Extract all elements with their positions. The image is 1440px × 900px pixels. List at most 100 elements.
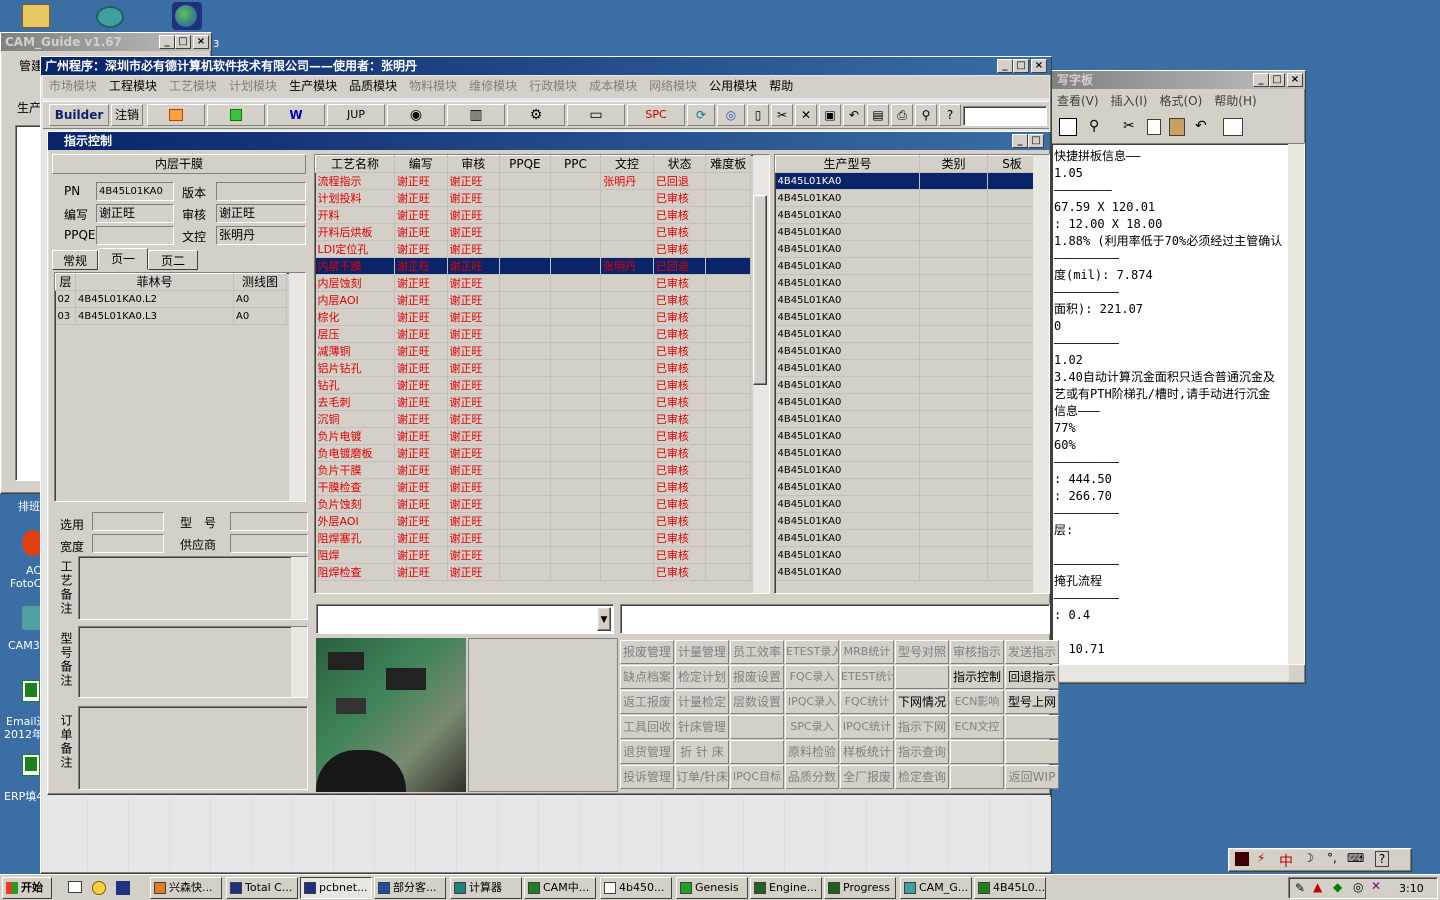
doc-control-field[interactable]: 张明丹: [216, 226, 306, 245]
jup-button[interactable]: JUP: [327, 104, 385, 126]
desktop-icon-globe[interactable]: [172, 2, 202, 30]
find-icon[interactable]: ⚲: [1089, 118, 1107, 136]
taskbar-button[interactable]: 计算器: [450, 877, 522, 899]
tab-general[interactable]: 常规: [52, 250, 98, 270]
close-button[interactable]: ×: [1287, 73, 1303, 87]
width-field[interactable]: [92, 534, 164, 553]
function-button[interactable]: 样板统计: [840, 740, 894, 764]
author-field[interactable]: 谢正旺: [96, 204, 174, 223]
punct-icon[interactable]: °,: [1327, 851, 1337, 865]
print-icon[interactable]: ⎙: [891, 104, 913, 126]
desktop-icon-excel[interactable]: [22, 754, 40, 776]
model-row[interactable]: 4B45L01KA0: [775, 342, 1037, 360]
scroll-thumb[interactable]: [753, 195, 767, 385]
process-row[interactable]: 去毛刺 谢正旺 谢正旺 已审核: [315, 393, 751, 411]
help-icon[interactable]: ?: [1375, 851, 1389, 867]
cam-guide-tree[interactable]: [15, 125, 41, 481]
minimize-button[interactable]: _: [1012, 134, 1028, 148]
function-button[interactable]: 指示控制: [950, 665, 1004, 689]
half-width-icon[interactable]: ☽: [1303, 851, 1314, 865]
supplier-field[interactable]: [230, 534, 308, 553]
function-button[interactable]: 退货管理: [620, 740, 674, 764]
function-button[interactable]: ECN文控: [950, 715, 1004, 739]
tab-page1[interactable]: 页一: [98, 248, 148, 270]
menu-item-12[interactable]: 帮助: [763, 76, 799, 96]
maximize-button[interactable]: □: [1013, 59, 1029, 73]
menu-item-9[interactable]: 成本模块: [583, 76, 643, 96]
wordpad-hscrollbar[interactable]: [1051, 665, 1289, 681]
database-tool-icon[interactable]: ▥: [447, 104, 505, 126]
function-button[interactable]: 发送指示: [1005, 640, 1059, 664]
process-row[interactable]: 计划投料 谢正旺 谢正旺 已审核: [315, 189, 751, 207]
model-row[interactable]: 4B45L01KA0: [775, 274, 1037, 292]
taskbar-button[interactable]: 4b450...: [600, 877, 672, 899]
child-titlebar[interactable]: 指示控制: [48, 132, 1050, 150]
model-row[interactable]: 4B45L01KA0: [775, 325, 1037, 343]
keyboard-icon[interactable]: ⌨: [1347, 851, 1364, 865]
function-button[interactable]: 缺点档案: [620, 665, 674, 689]
model-row[interactable]: 4B45L01KA0: [775, 240, 1037, 258]
cut-icon[interactable]: ✂: [771, 104, 793, 126]
cut-icon[interactable]: ✂: [1123, 118, 1135, 134]
process-row[interactable]: 阻焊 谢正旺 谢正旺 已审核: [315, 546, 751, 564]
toolbar-combo[interactable]: [963, 106, 1047, 126]
process-grid[interactable]: 工艺名称 编写 审核 PPQE PPC 文控 状态 难度板 流程指示 谢正旺 谢正旺 张明丹 已回退计…: [314, 154, 770, 594]
process-row[interactable]: 内层干膜 谢正旺 谢正旺 张明丹 已回退: [315, 257, 751, 275]
process-row[interactable]: 负片蚀刻 谢正旺 谢正旺 已审核: [315, 495, 751, 513]
model-note-box[interactable]: [78, 626, 308, 698]
excel-tool-icon[interactable]: [207, 104, 265, 126]
model-row[interactable]: 4B45L01KA0: [775, 291, 1037, 309]
menu-insert[interactable]: 插入(I): [1105, 91, 1154, 111]
insert-object-icon[interactable]: [1223, 118, 1243, 136]
desktop-icon-cam[interactable]: [96, 6, 124, 28]
process-note-box[interactable]: [78, 556, 308, 620]
empty-button-slot[interactable]: [1005, 715, 1059, 739]
start-button[interactable]: 开始: [2, 877, 52, 899]
col-header[interactable]: PPQE: [499, 155, 551, 173]
select-field[interactable]: [92, 512, 164, 531]
folder-tool-icon[interactable]: [147, 104, 205, 126]
taskbar-button[interactable]: 4B45L0...: [974, 877, 1046, 899]
model-row[interactable]: 4B45L01KA0: [775, 223, 1037, 241]
process-row[interactable]: 开料 谢正旺 谢正旺 已审核: [315, 206, 751, 224]
model-field[interactable]: [230, 512, 308, 531]
save-icon[interactable]: ▣: [819, 104, 841, 126]
maximize-button[interactable]: □: [1028, 134, 1044, 148]
menu-format[interactable]: 格式(O): [1153, 91, 1208, 111]
globe-icon[interactable]: [116, 881, 130, 895]
function-button[interactable]: SPC录入: [785, 715, 839, 739]
network-tool-icon[interactable]: ⚙: [507, 104, 565, 126]
desktop-icon-excel[interactable]: [22, 680, 40, 702]
help-icon[interactable]: ?: [939, 104, 961, 126]
col-header[interactable]: 工艺名称: [315, 155, 395, 173]
undo-icon[interactable]: ↶: [1195, 118, 1207, 134]
note-vscrollbar[interactable]: [291, 557, 307, 619]
function-button[interactable]: 员工效率: [730, 640, 784, 664]
process-row[interactable]: 阻焊检查 谢正旺 谢正旺 已审核: [315, 563, 751, 581]
function-button[interactable]: 回退指示: [1005, 665, 1059, 689]
process-row[interactable]: 棕化 谢正旺 谢正旺 已审核: [315, 308, 751, 326]
taskbar-button[interactable]: 兴森快...: [150, 877, 222, 899]
model-row[interactable]: 4B45L01KA0: [775, 495, 1037, 513]
tray-clock[interactable]: 3:10: [1399, 882, 1424, 895]
function-button[interactable]: 报废管理: [620, 640, 674, 664]
model-grid-vscrollbar[interactable]: [1033, 155, 1049, 593]
menu-item-2[interactable]: 工艺模块: [163, 76, 223, 96]
film-list-vscrollbar[interactable]: [289, 273, 305, 501]
function-button[interactable]: ETEST统计: [840, 665, 894, 689]
col-layer[interactable]: 层: [55, 273, 76, 291]
process-row[interactable]: 负片电镀 谢正旺 谢正旺 已审核: [315, 427, 751, 445]
menu-item-3[interactable]: 计划模块: [223, 76, 283, 96]
ime-toolbar[interactable]: ⚡ 中 ☽ °, ⌨ ?: [1228, 848, 1412, 872]
indicator-control-window[interactable]: 指示控制 _ □ 内层干膜 PN 4B45L01KA0 版本 编写 谢正旺 审核…: [47, 131, 1059, 795]
menu-item-5[interactable]: 品质模块: [343, 76, 403, 96]
taskbar-button[interactable]: Genesis: [676, 877, 748, 899]
taskbar-button[interactable]: CAM中...: [524, 877, 596, 899]
process-row[interactable]: 内层AOI 谢正旺 谢正旺 已审核: [315, 291, 751, 309]
pn-field[interactable]: 4B45L01KA0: [96, 182, 174, 201]
empty-button-slot[interactable]: [950, 765, 1004, 789]
ppqe-field[interactable]: [96, 226, 174, 245]
order-note-box[interactable]: [78, 706, 308, 790]
minimize-button[interactable]: _: [159, 35, 175, 49]
col-header[interactable]: PPC: [549, 155, 602, 173]
